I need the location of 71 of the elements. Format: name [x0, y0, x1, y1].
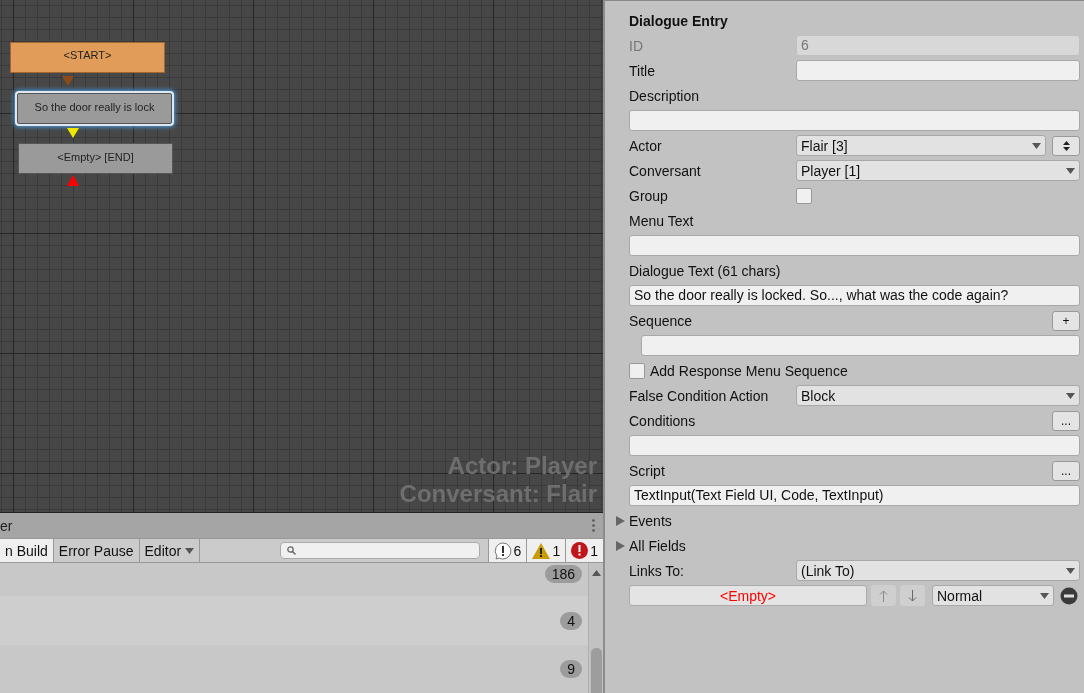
- count-badge: 4: [560, 611, 582, 630]
- down-arrow-icon: [908, 589, 917, 602]
- section-title: Dialogue Entry: [629, 12, 729, 31]
- field-label: Title: [629, 62, 656, 79]
- field-label: Sequence: [629, 312, 694, 329]
- field-label: Actor: [629, 137, 663, 154]
- field-label: Links To:: [629, 562, 685, 579]
- field-label: Conditions: [629, 412, 697, 429]
- caret-icon: [1066, 167, 1075, 174]
- caret-icon: [1066, 567, 1075, 574]
- field-label: Conversant: [629, 162, 702, 179]
- dropdown[interactable]: (Link To): [796, 560, 1080, 581]
- field-label: ID: [629, 37, 644, 54]
- dialogue-node[interactable]: So the door really is lock: [17, 93, 172, 124]
- dialogue-node[interactable]: <Empty> [END]: [18, 143, 173, 174]
- error-icon: [571, 542, 589, 559]
- triangle-icon: [615, 514, 627, 527]
- connector-arrow-icon: [61, 74, 74, 86]
- options-button[interactable]: ...: [1052, 410, 1080, 431]
- info-bubble-icon: [493, 541, 512, 560]
- field-label: Dialogue Text (61 chars): [629, 262, 782, 279]
- input-field[interactable]: [629, 435, 1080, 456]
- caret-icon: [1040, 592, 1049, 599]
- canvas-overlay-text: Actor: Player: [447, 452, 597, 480]
- input-field[interactable]: [641, 335, 1080, 356]
- dropdown[interactable]: Block: [796, 385, 1080, 406]
- foldout[interactable]: All Fields: [615, 533, 1080, 558]
- foldout[interactable]: Events: [615, 508, 1080, 533]
- field-label: Menu Text: [629, 212, 695, 229]
- dropdown[interactable]: Player [1]: [796, 160, 1080, 181]
- field-label: Description: [629, 87, 701, 104]
- up-down-icon: [1062, 140, 1070, 151]
- log-count-toggle[interactable]: 1: [526, 539, 566, 562]
- dropdown[interactable]: Flair [3]: [796, 135, 1046, 156]
- caret-icon: [1032, 142, 1041, 149]
- checkbox-label: Add Response Menu Sequence: [650, 362, 848, 379]
- scrollbar-thumb[interactable]: [590, 648, 602, 693]
- options-button[interactable]: +: [1052, 310, 1080, 331]
- input-field[interactable]: [796, 60, 1080, 81]
- count-badge: 186: [544, 565, 582, 583]
- field-label: Group: [629, 187, 669, 204]
- up-arrow-icon: [879, 589, 888, 602]
- field-label: False Condition Action: [629, 387, 770, 404]
- search-icon: [287, 546, 297, 555]
- options-button[interactable]: ...: [1052, 460, 1080, 481]
- count-badge: 9: [560, 660, 582, 678]
- input-field[interactable]: TextInput(Text Field UI, Code, TextInput): [629, 485, 1080, 506]
- remove-icon[interactable]: [1060, 586, 1078, 605]
- move-up-button[interactable]: [871, 585, 896, 606]
- triangle-icon: [615, 539, 627, 552]
- stepper-button[interactable]: [1052, 135, 1080, 156]
- log-count-toggle[interactable]: 6: [487, 539, 527, 562]
- input-field[interactable]: So the door really is locked. So..., what was the code again?: [629, 285, 1080, 306]
- checkbox[interactable]: [796, 187, 812, 204]
- search-field[interactable]: [280, 542, 480, 559]
- priority-dropdown[interactable]: Normal: [932, 585, 1054, 606]
- toolbar-button[interactable]: n Build: [0, 539, 54, 562]
- panel-tab-title[interactable]: er: [0, 517, 13, 534]
- field-label: Script: [629, 462, 666, 479]
- move-down-button[interactable]: [900, 585, 925, 606]
- scroll-up-icon[interactable]: [591, 570, 601, 576]
- connector-arrow-icon: [66, 175, 79, 187]
- warning-icon: [532, 542, 551, 559]
- input-field[interactable]: [629, 110, 1080, 131]
- input-field[interactable]: [629, 235, 1080, 256]
- caret-icon: [185, 547, 195, 554]
- caret-icon: [1066, 392, 1075, 399]
- more-options-icon[interactable]: [592, 519, 595, 532]
- checkbox[interactable]: [629, 362, 645, 379]
- dialogue-node[interactable]: <START>: [10, 42, 165, 73]
- log-count-toggle[interactable]: 1: [565, 539, 603, 562]
